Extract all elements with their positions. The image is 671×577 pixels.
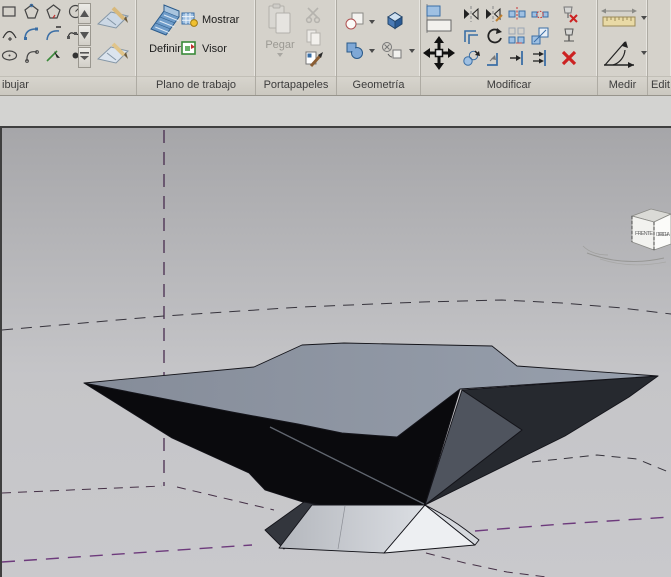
viewcube-front-label[interactable]: FRENTE [635, 231, 653, 237]
draw-arc-icon[interactable] [1, 24, 18, 42]
ground-line-left[interactable] [2, 486, 274, 510]
massing-3d-view: FRENTE DERECHA [2, 128, 671, 577]
mirror-draw-axis-icon[interactable] [485, 5, 503, 23]
panel-editar: Edit [648, 0, 671, 95]
panel-label-dibujar: ibujar [0, 76, 136, 95]
draw-rectangle-icon[interactable] [1, 2, 18, 20]
options-bar [0, 96, 671, 128]
cut-geometry-button[interactable] [345, 12, 375, 31]
gallery-scroll-up-button[interactable] [78, 3, 91, 24]
ribbon: ibujar Definir Mostrar Visor Pla [0, 0, 671, 96]
panel-label-geometria: Geometría [337, 76, 420, 95]
delete-icon[interactable] [560, 49, 578, 67]
join-geometry-caret[interactable] [369, 49, 375, 53]
mostrar-label: Mostrar [202, 14, 239, 26]
cut-geometry-caret[interactable] [369, 20, 375, 24]
align-icon[interactable] [424, 4, 454, 34]
show-workplane-icon [181, 11, 198, 28]
measure-button[interactable] [601, 6, 647, 30]
panel-label-plano: Plano de trabajo [137, 76, 255, 95]
draw-polygon-inscribed-icon[interactable] [23, 2, 40, 20]
cut-icon[interactable] [304, 5, 324, 25]
cut-geometry-icon [345, 12, 365, 31]
split-element-icon[interactable] [508, 5, 526, 23]
demolish-caret[interactable] [409, 49, 415, 53]
panel-medir: Medir [598, 0, 648, 95]
measure-caret[interactable] [641, 16, 647, 20]
revit-window: ibujar Definir Mostrar Visor Pla [0, 0, 671, 577]
mirror-pick-axis-icon[interactable] [462, 5, 480, 23]
purple-reference-left[interactable] [2, 545, 252, 562]
demolish-button[interactable] [381, 41, 415, 61]
workplane-grid-icon [148, 3, 182, 41]
panel-modificar: Modificar [421, 0, 598, 95]
draw-pick-lines-icon[interactable] [45, 46, 62, 64]
trim-extend-corner-icon[interactable] [485, 49, 503, 67]
panel-label-modificar: Modificar [421, 76, 597, 95]
copy-icon[interactable] [304, 27, 324, 47]
diagonal-reference-front[interactable] [426, 553, 547, 577]
panel-label-medir: Medir [598, 76, 647, 95]
paste-icon [266, 3, 294, 37]
unpin-icon[interactable] [560, 5, 578, 23]
draw-gallery-scrollbar [78, 3, 91, 69]
match-type-properties-icon[interactable] [304, 49, 324, 69]
offset-icon[interactable] [462, 27, 480, 45]
mass-form[interactable] [84, 343, 658, 553]
split-with-gap-icon[interactable] [531, 5, 549, 23]
angle-dimension-button[interactable] [601, 36, 647, 70]
viewcube-right-label[interactable]: DERECHA [656, 232, 670, 238]
pin-icon[interactable] [560, 27, 578, 45]
purple-reference-right[interactable] [475, 517, 671, 531]
panel-portapapeles: Pegar Portapapeles [256, 0, 337, 95]
pegar-button[interactable]: Pegar [261, 3, 299, 57]
exclude-elements-icon [381, 41, 405, 61]
draw-ellipse-icon[interactable] [1, 46, 18, 64]
level-line-upper[interactable] [2, 300, 671, 330]
scale-icon[interactable] [531, 27, 549, 45]
mostrar-button[interactable]: Mostrar [181, 11, 239, 28]
panel-geometria: Geometría [337, 0, 421, 95]
array-icon[interactable] [508, 27, 526, 45]
viewcube[interactable]: FRENTE DERECHA [583, 209, 671, 265]
panel-label-editar: Edit [648, 76, 671, 95]
visor-label: Visor [202, 43, 227, 55]
viewcube-compass-arc-left [583, 246, 608, 255]
trim-extend-single-icon[interactable] [508, 49, 526, 67]
pegar-dropdown-caret[interactable] [277, 53, 283, 57]
measure-icon [601, 6, 637, 30]
model-in-place-tools [93, 2, 133, 73]
move-icon[interactable] [422, 35, 456, 71]
pegar-label: Pegar [265, 39, 294, 51]
panel-label-portapapeles: Portapapeles [256, 76, 336, 95]
gallery-scroll-down-button[interactable] [78, 25, 91, 46]
modify-tool-grid [462, 5, 578, 67]
trim-extend-multiple-icon[interactable] [531, 49, 549, 67]
join-geometry-button[interactable] [345, 41, 375, 60]
join-icon[interactable] [384, 9, 406, 31]
rotate-icon[interactable] [485, 27, 503, 45]
draw-partial-ellipse-icon[interactable] [23, 46, 40, 64]
draw-tool-grid [1, 2, 77, 64]
angle-icon [601, 36, 637, 70]
reference-planes-front[interactable] [426, 517, 671, 577]
panel-plano-de-trabajo: Definir Mostrar Visor Plano de trabajo [137, 0, 256, 95]
draw-tangent-arc-icon[interactable] [45, 24, 62, 42]
draw-polygon-circumscribed-icon[interactable] [45, 2, 62, 20]
copy-modify-icon[interactable] [462, 49, 480, 67]
draw-on-face-icon[interactable] [93, 2, 133, 38]
join-geometry-icon [345, 41, 365, 60]
draw-on-workplane-icon[interactable] [93, 39, 133, 73]
draw-fillet-arc-icon[interactable] [23, 24, 40, 42]
workplane-viewer-icon [181, 40, 198, 57]
panel-dibujar: ibujar [0, 0, 137, 95]
drawing-area[interactable]: FRENTE DERECHA [0, 128, 671, 577]
angle-caret[interactable] [641, 51, 647, 55]
gallery-expand-button[interactable] [78, 47, 91, 68]
definir-label: Definir [149, 43, 181, 55]
ground-line-right[interactable] [532, 455, 671, 473]
visor-button[interactable]: Visor [181, 40, 227, 57]
